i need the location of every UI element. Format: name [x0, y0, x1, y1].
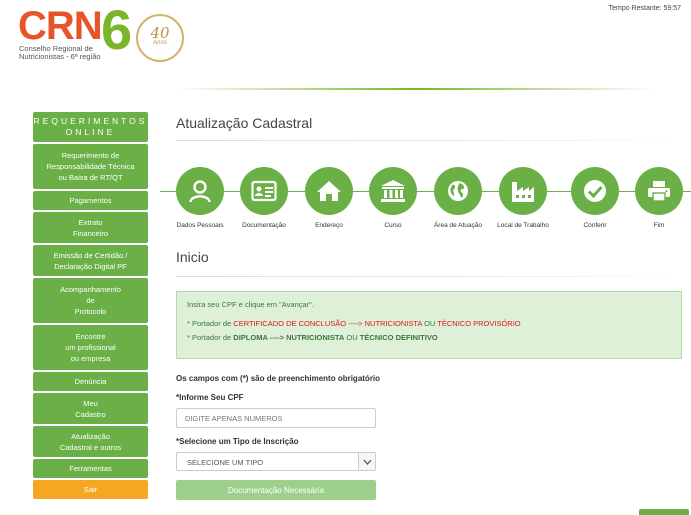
- sidebar-heading: REQUERIMENTOS ONLINE: [33, 112, 148, 142]
- section-divider: [176, 276, 686, 277]
- sidebar-item-sair[interactable]: Sair: [33, 480, 148, 499]
- tipo-inscricao-select[interactable]: SELECIONE UM TIPO: [176, 452, 376, 471]
- printer-icon: [635, 167, 683, 215]
- institution-icon: [369, 167, 417, 215]
- time-remaining: Tempo Restante: 59:57: [608, 5, 681, 12]
- factory-icon: [499, 167, 547, 215]
- header-divider: [175, 88, 655, 90]
- tipo-inscricao-label: *Selecione um Tipo de Inscrição: [176, 437, 299, 446]
- home-icon: [305, 167, 353, 215]
- info-certificado-line: * Portador de CERTIFICADO DE CONCLUSÃO -…: [187, 319, 521, 328]
- title-divider: [176, 140, 686, 141]
- step-dados-pessoais[interactable]: Dados Pessoais: [172, 167, 228, 229]
- section-title: Inicio: [176, 249, 209, 265]
- step-local-trabalho[interactable]: Local de Trabalho: [495, 167, 551, 229]
- logo-crn-text: CRN: [18, 4, 103, 48]
- user-icon: [176, 167, 224, 215]
- chevron-down-icon: [358, 453, 375, 470]
- globe-icon: [434, 167, 482, 215]
- step-documentacao[interactable]: Documentação: [236, 167, 292, 229]
- logo-subtitle: Conselho Regional de Nutricionistas - 6ª…: [19, 44, 101, 61]
- sidebar-item-acompanhamento-protocolo[interactable]: Acompanhamento de Protocolo: [33, 278, 148, 323]
- step-curso[interactable]: Curso: [365, 167, 421, 229]
- sidebar-item-denuncia[interactable]: Denúncia: [33, 372, 148, 391]
- sidebar-item-meu-cadastro[interactable]: Meu Cadastro: [33, 393, 148, 424]
- info-intro: Insira seu CPF e clique em "Avançar".: [187, 300, 314, 309]
- sidebar-item-extrato-financeiro[interactable]: Extrato Financeiro: [33, 212, 148, 243]
- step-endereco[interactable]: Endereço: [301, 167, 357, 229]
- sidebar-item-encontre-profissional[interactable]: Encontre um profissional ou empresa: [33, 325, 148, 370]
- cpf-label: *Informe Seu CPF: [176, 393, 244, 402]
- info-diploma-line: * Portador de DIPLOMA ----> NUTRICIONIST…: [187, 333, 438, 342]
- step-fim[interactable]: Fim: [631, 167, 687, 229]
- sidebar-item-emissao-certidao[interactable]: Emissão de Certidão / Declaração Digital…: [33, 245, 148, 276]
- page-title: Atualização Cadastral: [176, 115, 313, 131]
- crn6-logo[interactable]: CRN 6 40 Anos Conselho Regional de Nutri…: [18, 2, 193, 68]
- step-area-atuacao[interactable]: Área de Atuação: [430, 167, 486, 229]
- sidebar-item-responsabilidade-tecnica[interactable]: Requerimento de Responsabilidade Técnica…: [33, 144, 148, 189]
- step-conferir[interactable]: Conferir: [567, 167, 623, 229]
- logo-number: 6: [101, 0, 133, 61]
- sidebar-item-atualizacao-cadastral[interactable]: Atualização Cadastral e outros: [33, 426, 148, 457]
- next-button-partial[interactable]: [639, 509, 689, 515]
- documentacao-necessaria-button[interactable]: Documentação Necessária: [176, 480, 376, 500]
- info-alert: Insira seu CPF e clique em "Avançar". * …: [176, 291, 682, 359]
- sidebar-menu: REQUERIMENTOS ONLINE Requerimento de Res…: [33, 112, 148, 501]
- required-fields-note: Os campos com (*) são de preenchimento o…: [176, 374, 381, 383]
- id-card-icon: [240, 167, 288, 215]
- anniversary-seal-icon: 40 Anos: [136, 14, 184, 62]
- tipo-inscricao-value: SELECIONE UM TIPO: [187, 458, 264, 467]
- sidebar-item-ferramentas[interactable]: Ferramentas: [33, 459, 148, 478]
- cpf-input[interactable]: [176, 408, 376, 428]
- check-icon: [571, 167, 619, 215]
- sidebar-item-pagamentos[interactable]: Pagamentos: [33, 191, 148, 210]
